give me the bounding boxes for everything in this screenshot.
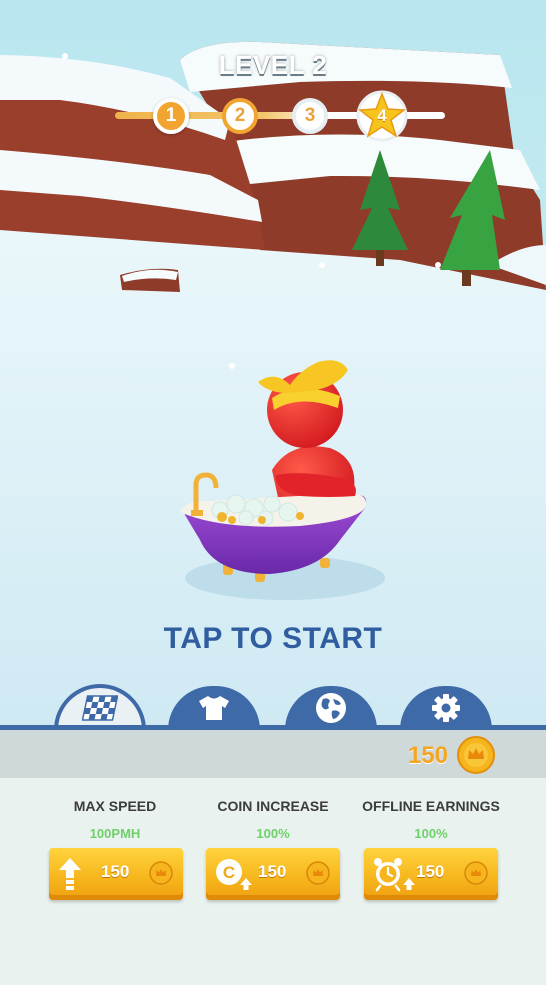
level-node-3: 3 [292,98,328,134]
upgrade-offline-earnings-button[interactable]: 150 [364,848,498,900]
upgrade-price: 150 [416,862,445,881]
level-node-2: 2 [222,98,258,134]
globe-icon [316,693,346,723]
gear-icon [432,694,460,722]
coin-balance: 150 [407,742,448,769]
scene-background [0,0,546,730]
level-node-label: 1 [165,105,177,126]
level-node-1: 1 [153,98,189,134]
checkered-flag-icon [82,695,118,721]
level-node-label: 2 [234,105,246,126]
upgrade-title-coin-increase: COIN INCREASE [217,798,329,814]
svg-text:C: C [223,863,235,882]
level-title: LEVEL 2 [218,50,328,80]
tap-to-start-prompt[interactable]: TAP TO START [0,622,546,656]
game-scene[interactable] [0,0,546,730]
level-node-4-star: 4 [356,90,408,142]
coin-icon [306,861,330,885]
coin-icon [464,861,488,885]
upgrade-title-max-speed: MAX SPEED [73,798,157,814]
alarm-clock-icon [374,858,415,892]
upgrade-coin-increase-button[interactable]: C 150 [206,848,340,900]
upgrade-price: 150 [258,862,287,881]
upgrade-value-coin-increase: 100% [256,826,290,841]
upgrade-value-max-speed: 100PMH [89,826,141,841]
speed-up-arrow-icon [59,858,81,890]
coin-icon [149,861,173,885]
upgrade-max-speed-button[interactable]: 150 [49,848,183,900]
level-node-label: 3 [304,105,316,126]
tshirt-icon [199,696,229,720]
upgrade-title-offline-earnings: OFFLINE EARNINGS [362,798,500,814]
crown-coin-icon [457,736,495,774]
level-node-label: 4 [377,106,387,125]
upgrade-value-offline-earnings: 100% [414,826,448,841]
coin-increase-icon: C [216,859,252,890]
upgrade-price: 150 [101,862,130,881]
